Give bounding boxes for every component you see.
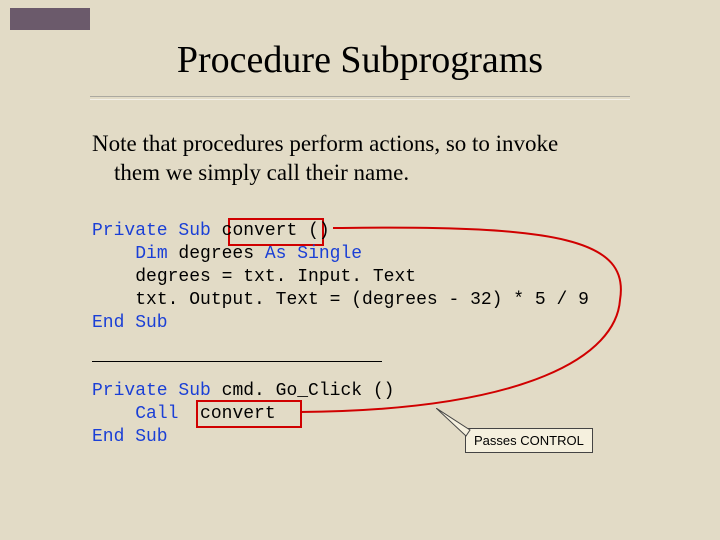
slide-container: Procedure Subprograms Note that procedur… bbox=[0, 0, 720, 540]
callout-tail-icon bbox=[436, 408, 476, 438]
connector-arrow bbox=[0, 0, 720, 540]
callout-label: Passes CONTROL bbox=[474, 433, 584, 448]
callout-box: Passes CONTROL bbox=[465, 428, 593, 453]
